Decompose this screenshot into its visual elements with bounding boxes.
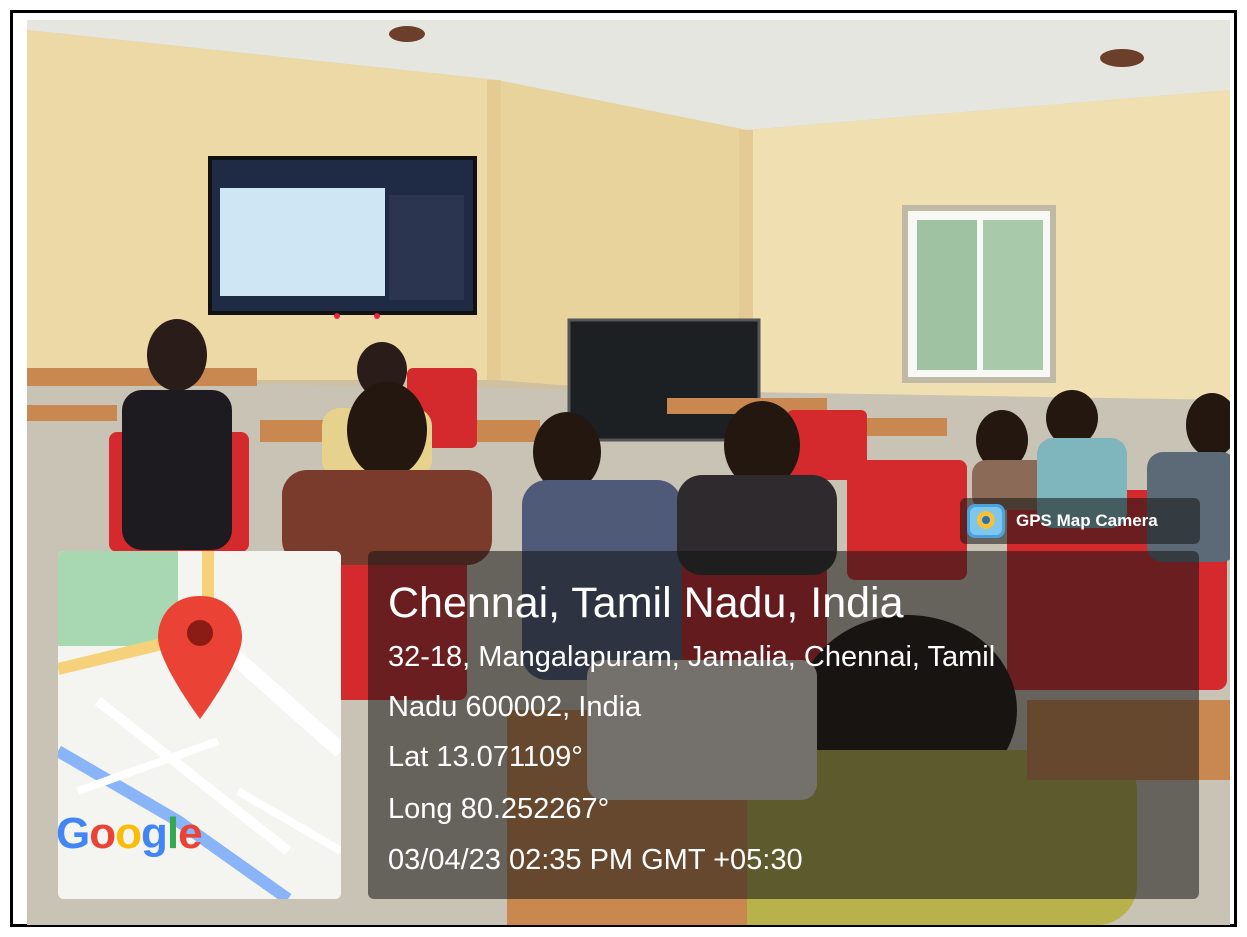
google-logo: Google xyxy=(56,809,203,858)
badge-label: GPS Map Camera xyxy=(1016,511,1158,530)
address-line-1: 32-18, Mangalapuram, Jamalia, Chennai, T… xyxy=(388,641,996,673)
location-info-panel: Chennai, Tamil Nadu, India 32-18, Mangal… xyxy=(368,551,1199,899)
city-line: Chennai, Tamil Nadu, India xyxy=(388,579,904,627)
longitude: Long 80.252267° xyxy=(388,793,610,825)
camera-icon xyxy=(967,504,1005,538)
address-line-2: Nadu 600002, India xyxy=(388,691,642,723)
latitude: Lat 13.071109° xyxy=(388,741,583,773)
gps-map-camera-badge: GPS Map Camera xyxy=(960,498,1200,544)
timestamp: 03/04/23 02:35 PM GMT +05:30 xyxy=(388,844,803,876)
